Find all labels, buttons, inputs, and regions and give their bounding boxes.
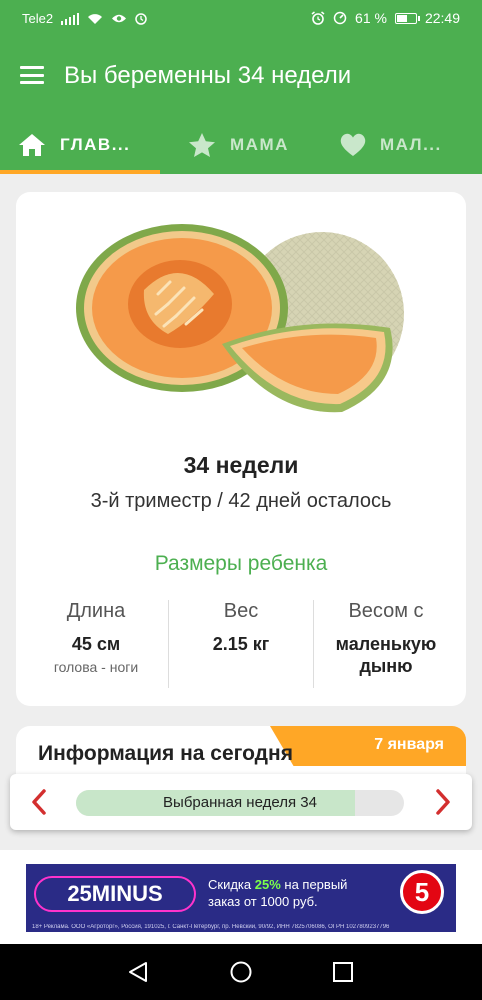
week-progress-bar: Выбранная неделя 34 [76, 790, 404, 816]
size-value: маленькую дыню [335, 634, 437, 676]
date-badge: 7 января [270, 726, 466, 766]
battery-icon [394, 12, 420, 24]
system-nav-bar [0, 944, 482, 1000]
next-week-arrow-icon[interactable] [428, 788, 456, 816]
baby-stats: Длина 45 см голова - ноги Вес 2.15 кг Ве… [24, 600, 458, 688]
page-title: Вы беременны 34 недели [64, 62, 352, 89]
clock-icon [135, 12, 147, 25]
weight-value: 2.15 кг [212, 634, 270, 654]
carrier-name: Tele2 [22, 11, 54, 26]
home-icon [19, 134, 45, 156]
ad-offer: Скидка 25% на первый заказ от 1000 руб. [208, 877, 348, 909]
tab-baby-label: МАЛ... [380, 135, 442, 154]
wifi-icon [88, 13, 103, 24]
length-label: Длина [66, 600, 126, 622]
status-bar: Tele2 61 % 22:49 [0, 0, 482, 36]
week-card: 34 недели 3-й триместр / 42 дней осталос… [16, 192, 466, 706]
clock-time: 22:49 [424, 10, 460, 26]
pyaterochka-logo: 5 [400, 870, 444, 914]
tab-baby[interactable]: МАЛ... [340, 116, 442, 174]
menu-icon[interactable] [20, 66, 44, 84]
ad-discount: 25% [254, 877, 281, 892]
ad-legal-text: 18+ Реклама. ООО «Агроторг», Россия, 191… [32, 924, 390, 930]
ad-zone: 25MINUS Скидка 25% на первый заказ от 10… [0, 850, 482, 944]
week-selector: Выбранная неделя 34 [10, 774, 472, 830]
previous-week-arrow-icon[interactable] [26, 788, 54, 816]
app-bar: Вы беременны 34 недели [0, 36, 482, 116]
tab-main[interactable]: ГЛАВ... [18, 116, 130, 174]
heart-icon [340, 133, 366, 156]
tab-bar: ГЛАВ... МАМА МАЛ... [0, 116, 482, 174]
tab-mom[interactable]: МАМА [188, 116, 289, 174]
today-card-title: Информация на сегодня [38, 742, 293, 765]
week-title: 34 недели [183, 452, 299, 478]
battery-percent: 61 % [355, 10, 387, 26]
tab-mom-label: МАМА [230, 135, 289, 154]
size-label: Весом с [348, 600, 424, 622]
stat-length: Длина 45 см голова - ноги [24, 600, 168, 688]
back-icon[interactable] [126, 960, 150, 984]
baby-sizes-link[interactable]: Размеры ребенка [16, 552, 466, 576]
trimester-info: 3-й триместр / 42 дней осталось [90, 490, 392, 512]
stat-size-comparison: Весом с маленькую дыню [313, 600, 458, 688]
active-tab-indicator [0, 170, 160, 174]
speed-icon [333, 11, 347, 25]
signal-icon [61, 12, 80, 25]
melon-image [76, 224, 404, 413]
weight-label: Вес [223, 600, 259, 622]
star-icon [189, 133, 215, 157]
ad-banner[interactable]: 25MINUS Скидка 25% на первый заказ от 10… [26, 864, 456, 932]
alarm-icon [311, 11, 325, 25]
length-note: голова - ноги [53, 659, 139, 675]
eye-icon [112, 14, 127, 23]
stat-weight: Вес 2.15 кг [168, 600, 313, 688]
recent-apps-icon[interactable] [331, 960, 355, 984]
selected-week-label: Выбранная неделя 34 [163, 794, 317, 811]
home-nav-icon[interactable] [229, 960, 253, 984]
tab-main-label: ГЛАВ... [60, 135, 131, 154]
length-value: 45 см [71, 634, 121, 654]
ad-brand: 25MINUS [34, 876, 196, 912]
